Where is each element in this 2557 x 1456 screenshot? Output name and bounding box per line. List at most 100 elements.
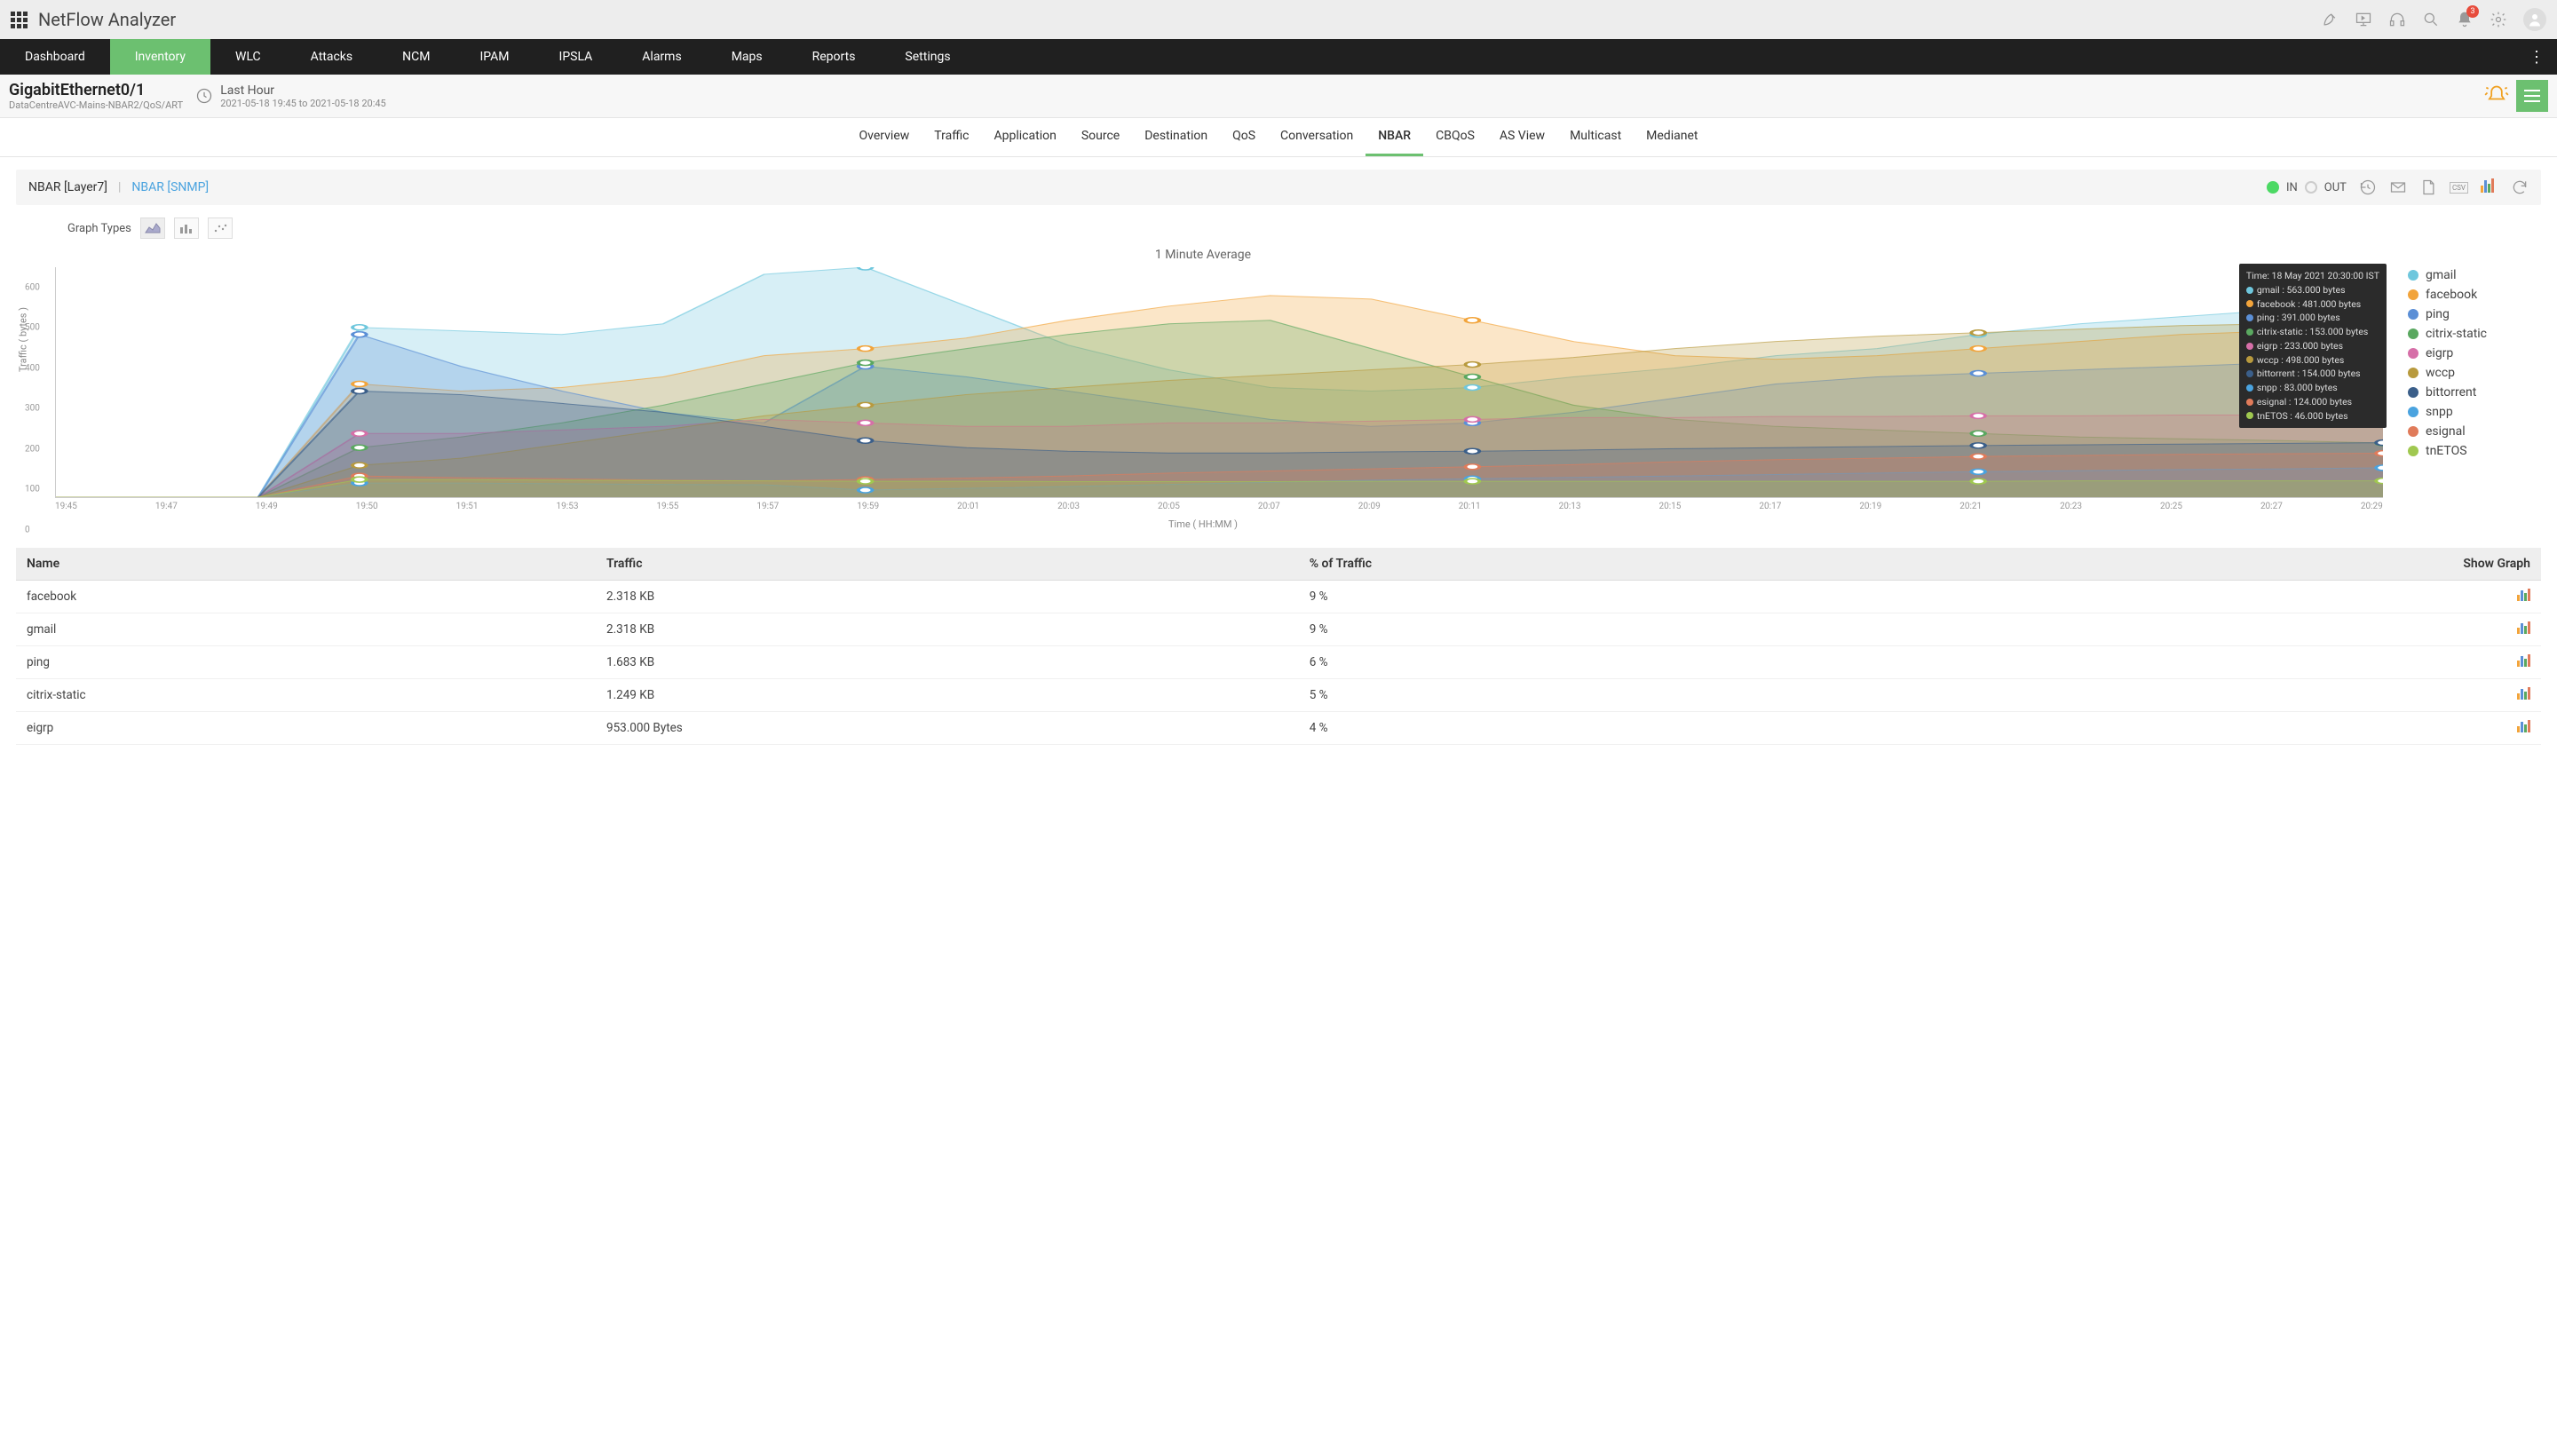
x-tick: 20:03 [1057, 502, 1080, 511]
area-chart-type[interactable] [140, 218, 165, 239]
legend-eigrp[interactable]: eigrp [2408, 344, 2541, 363]
show-graph-icon[interactable] [2517, 654, 2530, 667]
tab-medianet[interactable]: Medianet [1634, 118, 1710, 156]
tab-nbar[interactable]: NBAR [1366, 118, 1423, 156]
nav-attacks[interactable]: Attacks [286, 39, 377, 75]
show-graph-icon[interactable] [2517, 621, 2530, 634]
tab-cbqos[interactable]: CBQoS [1423, 118, 1487, 156]
nav-alarms[interactable]: Alarms [617, 39, 706, 75]
x-tick: 20:11 [1459, 502, 1481, 511]
chart-container: 1 Minute Average Traffic ( bytes ) 01002… [0, 239, 2557, 539]
legend-bittorrent[interactable]: bittorrent [2408, 383, 2541, 402]
tab-qos[interactable]: QoS [1220, 118, 1268, 156]
top-bar: NetFlow Analyzer 3 [0, 0, 2557, 39]
time-label[interactable]: Last Hour [220, 83, 386, 98]
legend-wccp[interactable]: wccp [2408, 363, 2541, 383]
tab-as-view[interactable]: AS View [1487, 118, 1557, 156]
nav-reports[interactable]: Reports [788, 39, 881, 75]
rocket-icon[interactable] [2321, 11, 2339, 28]
x-tick: 19:47 [155, 502, 178, 511]
refresh-icon[interactable] [2511, 178, 2529, 196]
nav-more-icon[interactable]: ⋮ [2518, 39, 2557, 75]
alert-bell-icon[interactable] [2484, 83, 2509, 108]
tab-source[interactable]: Source [1069, 118, 1132, 156]
tab-overview[interactable]: Overview [847, 118, 922, 156]
legend-ping[interactable]: ping [2408, 305, 2541, 324]
table-row: facebook2.318 KB9 % [16, 581, 2541, 613]
legend-facebook[interactable]: facebook [2408, 285, 2541, 305]
nav-wlc[interactable]: WLC [210, 39, 286, 75]
show-graph-icon[interactable] [2517, 720, 2530, 732]
tab-multicast[interactable]: Multicast [1557, 118, 1634, 156]
x-tick: 19:49 [256, 502, 278, 511]
show-graph-icon[interactable] [2517, 589, 2530, 601]
apps-grid-icon[interactable] [11, 12, 28, 28]
search-icon[interactable] [2422, 11, 2440, 28]
presentation-icon[interactable] [2355, 11, 2372, 28]
history-icon[interactable] [2359, 178, 2377, 196]
time-range: 2021-05-18 19:45 to 2021-05-18 20:45 [220, 98, 386, 109]
interface-name: GigabitEthernet0/1 [9, 81, 183, 99]
legend-dot-icon [2408, 387, 2418, 398]
gear-icon[interactable] [2490, 11, 2507, 28]
in-radio[interactable] [2267, 181, 2279, 194]
x-tick: 20:05 [1158, 502, 1180, 511]
mail-icon[interactable] [2389, 178, 2407, 196]
interface-header: GigabitEthernet0/1 DataCentreAVC-Mains-N… [0, 75, 2557, 118]
col-pct[interactable]: % of Traffic [1299, 548, 1904, 581]
out-radio[interactable] [2305, 181, 2317, 194]
csv-export-icon[interactable]: CSV [2450, 182, 2468, 194]
legend-dot-icon [2408, 446, 2418, 456]
direction-toggle[interactable]: IN OUT [2267, 181, 2347, 194]
y-axis-label: Traffic ( bytes ) [18, 307, 29, 372]
legend-dot-icon [2408, 368, 2418, 378]
nav-ncm[interactable]: NCM [377, 39, 455, 75]
table-row: citrix-static1.249 KB5 % [16, 679, 2541, 712]
user-avatar[interactable] [2523, 8, 2546, 31]
separator: | [118, 180, 121, 194]
nav-inventory[interactable]: Inventory [110, 39, 210, 75]
nav-dashboard[interactable]: Dashboard [0, 39, 110, 75]
nav-ipam[interactable]: IPAM [455, 39, 534, 75]
col-graph[interactable]: Show Graph [1903, 548, 2541, 581]
bell-icon[interactable]: 3 [2456, 11, 2474, 28]
x-tick: 20:07 [1258, 502, 1280, 511]
col-traffic[interactable]: Traffic [596, 548, 1299, 581]
nbar-snmp-mode[interactable]: NBAR [SNMP] [131, 180, 209, 194]
bar-chart-type[interactable] [174, 218, 199, 239]
col-name[interactable]: Name [16, 548, 596, 581]
pdf-icon[interactable] [2419, 178, 2437, 196]
x-axis: 19:4519:4719:4919:5019:5119:5319:5519:57… [55, 498, 2383, 511]
scatter-chart-type[interactable] [208, 218, 233, 239]
tab-destination[interactable]: Destination [1132, 118, 1220, 156]
legend-esignal[interactable]: esignal [2408, 422, 2541, 441]
legend-dot-icon [2408, 270, 2418, 281]
y-tick: 400 [25, 363, 40, 373]
legend-citrix-static[interactable]: citrix-static [2408, 324, 2541, 344]
tab-conversation[interactable]: Conversation [1268, 118, 1366, 156]
chart-plot[interactable]: Time: 18 May 2021 20:30:00 ISTgmail : 56… [55, 267, 2383, 498]
legend-gmail[interactable]: gmail [2408, 265, 2541, 285]
cell-name: facebook [16, 581, 596, 613]
legend-label: eigrp [2426, 346, 2453, 360]
bar-chart-icon[interactable] [2481, 178, 2498, 196]
y-tick: 600 [25, 282, 40, 292]
legend-label: wccp [2426, 366, 2455, 380]
legend-snpp[interactable]: snpp [2408, 402, 2541, 422]
nbar-layer7-mode[interactable]: NBAR [Layer7] [28, 180, 107, 194]
cell-traffic: 1.683 KB [596, 646, 1299, 679]
legend-dot-icon [2408, 328, 2418, 339]
legend-tnETOS[interactable]: tnETOS [2408, 441, 2541, 461]
headset-icon[interactable] [2388, 11, 2406, 28]
cell-traffic: 2.318 KB [596, 613, 1299, 646]
cell-traffic: 2.318 KB [596, 581, 1299, 613]
nav-maps[interactable]: Maps [707, 39, 788, 75]
tab-application[interactable]: Application [982, 118, 1069, 156]
tab-traffic[interactable]: Traffic [922, 118, 981, 156]
nav-ipsla[interactable]: IPSLA [534, 39, 618, 75]
clock-icon[interactable] [195, 87, 213, 105]
nav-settings[interactable]: Settings [880, 39, 975, 75]
hamburger-menu[interactable] [2516, 80, 2548, 112]
x-tick: 20:19 [1859, 502, 1881, 511]
show-graph-icon[interactable] [2517, 687, 2530, 700]
